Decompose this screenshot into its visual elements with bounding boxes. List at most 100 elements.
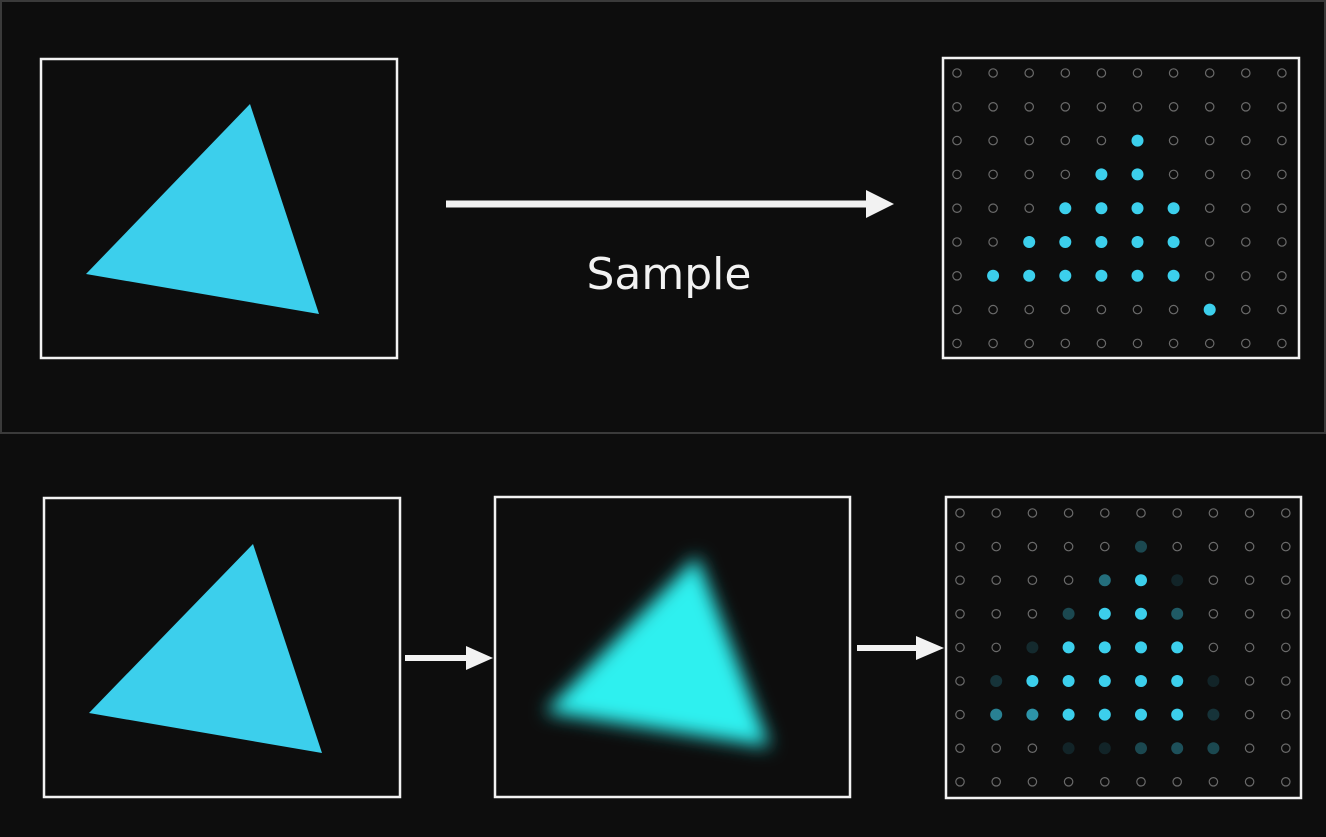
sample-dot-filled	[1098, 641, 1111, 654]
sample-dot-filled	[1131, 168, 1144, 181]
sample-dot-empty	[1132, 304, 1143, 315]
sample-dot-filled	[1135, 742, 1147, 755]
sample-dot-empty	[988, 102, 998, 112]
sampling-diagram: Sample	[0, 0, 1326, 837]
sample-dot-empty	[1241, 102, 1251, 112]
sample-dot-empty	[1241, 270, 1251, 281]
sample-dot-empty	[1096, 68, 1107, 78]
sample-dot-filled	[1062, 675, 1075, 687]
sample-dot-filled	[1207, 708, 1220, 721]
sample-dot-empty	[1204, 68, 1215, 78]
sample-dot-empty	[1277, 102, 1287, 112]
sample-dot-empty	[988, 68, 998, 78]
sample-dot-empty	[952, 270, 962, 281]
sample-dot-empty	[1168, 135, 1179, 146]
sample-dot-empty	[1096, 338, 1107, 349]
sample-dot-filled	[1026, 675, 1039, 687]
sample-dot-empty	[1241, 169, 1251, 180]
sample-dot-filled	[1135, 708, 1147, 721]
sample-dot-empty	[952, 304, 962, 315]
sample-dot-filled	[1167, 236, 1180, 248]
sample-dot-empty	[1241, 304, 1251, 315]
sample-dot-empty	[1060, 102, 1071, 112]
sample-dot-filled	[1059, 202, 1072, 215]
sample-dot-filled	[1171, 708, 1184, 721]
sample-dot-empty	[1168, 102, 1179, 112]
sample-dot-filled	[1167, 202, 1180, 215]
sample-dot-empty	[1277, 270, 1287, 281]
sample-dot-empty	[988, 203, 998, 213]
sample-dot-empty	[1024, 102, 1034, 112]
sample-dot-empty	[1168, 304, 1179, 315]
sample-dot-filled	[1026, 641, 1039, 654]
sample-dot-empty	[988, 169, 998, 180]
sample-dot-empty	[1060, 169, 1071, 180]
sample-dot-empty	[1024, 68, 1034, 78]
sample-dot-empty	[1204, 102, 1215, 112]
sample-dot-empty	[1060, 135, 1071, 146]
sample-dot-filled	[990, 708, 1003, 721]
sample-dot-filled	[1135, 540, 1147, 553]
sample-dot-empty	[1204, 135, 1215, 146]
sample-dot-filled	[1167, 269, 1180, 282]
sample-dot-filled	[1062, 742, 1075, 755]
sample-dot-empty	[1277, 169, 1287, 180]
sample-dot-filled	[1095, 202, 1108, 215]
sample-dot-filled	[1131, 134, 1144, 147]
sample-arrow	[446, 190, 894, 218]
sample-dot-filled	[1095, 236, 1108, 248]
sample-dot-empty	[988, 304, 998, 315]
sample-dot-empty	[1204, 338, 1215, 349]
sample-dot-filled	[1023, 236, 1036, 248]
sample-dot-filled	[1203, 303, 1216, 316]
sample-dot-empty	[1204, 237, 1215, 247]
sample-dot-empty	[1096, 304, 1107, 315]
sample-dot-empty	[1168, 338, 1179, 349]
sample-dot-filled	[1131, 236, 1144, 248]
sample-dot-filled	[1059, 236, 1072, 248]
sample-dot-filled	[1135, 607, 1147, 620]
sample-dot-empty	[1060, 304, 1071, 315]
sample-dot-filled	[1098, 607, 1111, 620]
sample-dot-empty	[1024, 169, 1034, 180]
sample-dot-empty	[1132, 102, 1143, 112]
sample-dot-empty	[1024, 135, 1034, 146]
triangle-shape-top	[86, 104, 319, 314]
sample-dot-empty	[1241, 68, 1251, 78]
sample-dot-empty	[952, 338, 962, 349]
sample-dot-filled	[1098, 675, 1111, 687]
sample-dot-empty	[988, 338, 998, 349]
sample-grid-top	[952, 68, 1287, 349]
sample-dot-empty	[1168, 68, 1179, 78]
sample-dot-filled	[1098, 708, 1111, 721]
sample-dot-filled	[987, 269, 1000, 282]
sample-dot-filled	[1171, 641, 1184, 654]
sample-dot-filled	[1026, 708, 1039, 721]
sample-dot-filled	[1207, 675, 1220, 687]
sample-dot-filled	[1062, 708, 1075, 721]
sample-dot-empty	[1241, 203, 1251, 213]
sample-dot-filled	[1135, 641, 1147, 654]
sample-dot-filled	[1131, 269, 1144, 282]
sample-dot-empty	[988, 135, 998, 146]
sample-dot-empty	[952, 102, 962, 112]
sample-dot-filled	[990, 675, 1003, 687]
sample-dot-empty	[1024, 304, 1034, 315]
sample-dot-filled	[1062, 641, 1075, 654]
sample-dot-filled	[1098, 742, 1111, 755]
sample-dot-empty	[1277, 338, 1287, 349]
sample-dot-empty	[1132, 338, 1143, 349]
sample-dot-filled	[1207, 742, 1220, 755]
sample-dot-filled	[1171, 675, 1184, 687]
sample-dot-empty	[1277, 68, 1287, 78]
sample-dot-filled	[1098, 574, 1111, 587]
sample-dot-empty	[1168, 169, 1179, 180]
sample-dot-empty	[1024, 203, 1034, 213]
sample-dot-empty	[952, 203, 962, 213]
sample-dot-empty	[1204, 169, 1215, 180]
sample-dot-filled	[1171, 742, 1184, 755]
sample-dot-filled	[1059, 269, 1072, 282]
sample-dot-filled	[1135, 675, 1147, 687]
sample-dot-filled	[1062, 607, 1075, 620]
sample-dot-filled	[1171, 607, 1184, 620]
